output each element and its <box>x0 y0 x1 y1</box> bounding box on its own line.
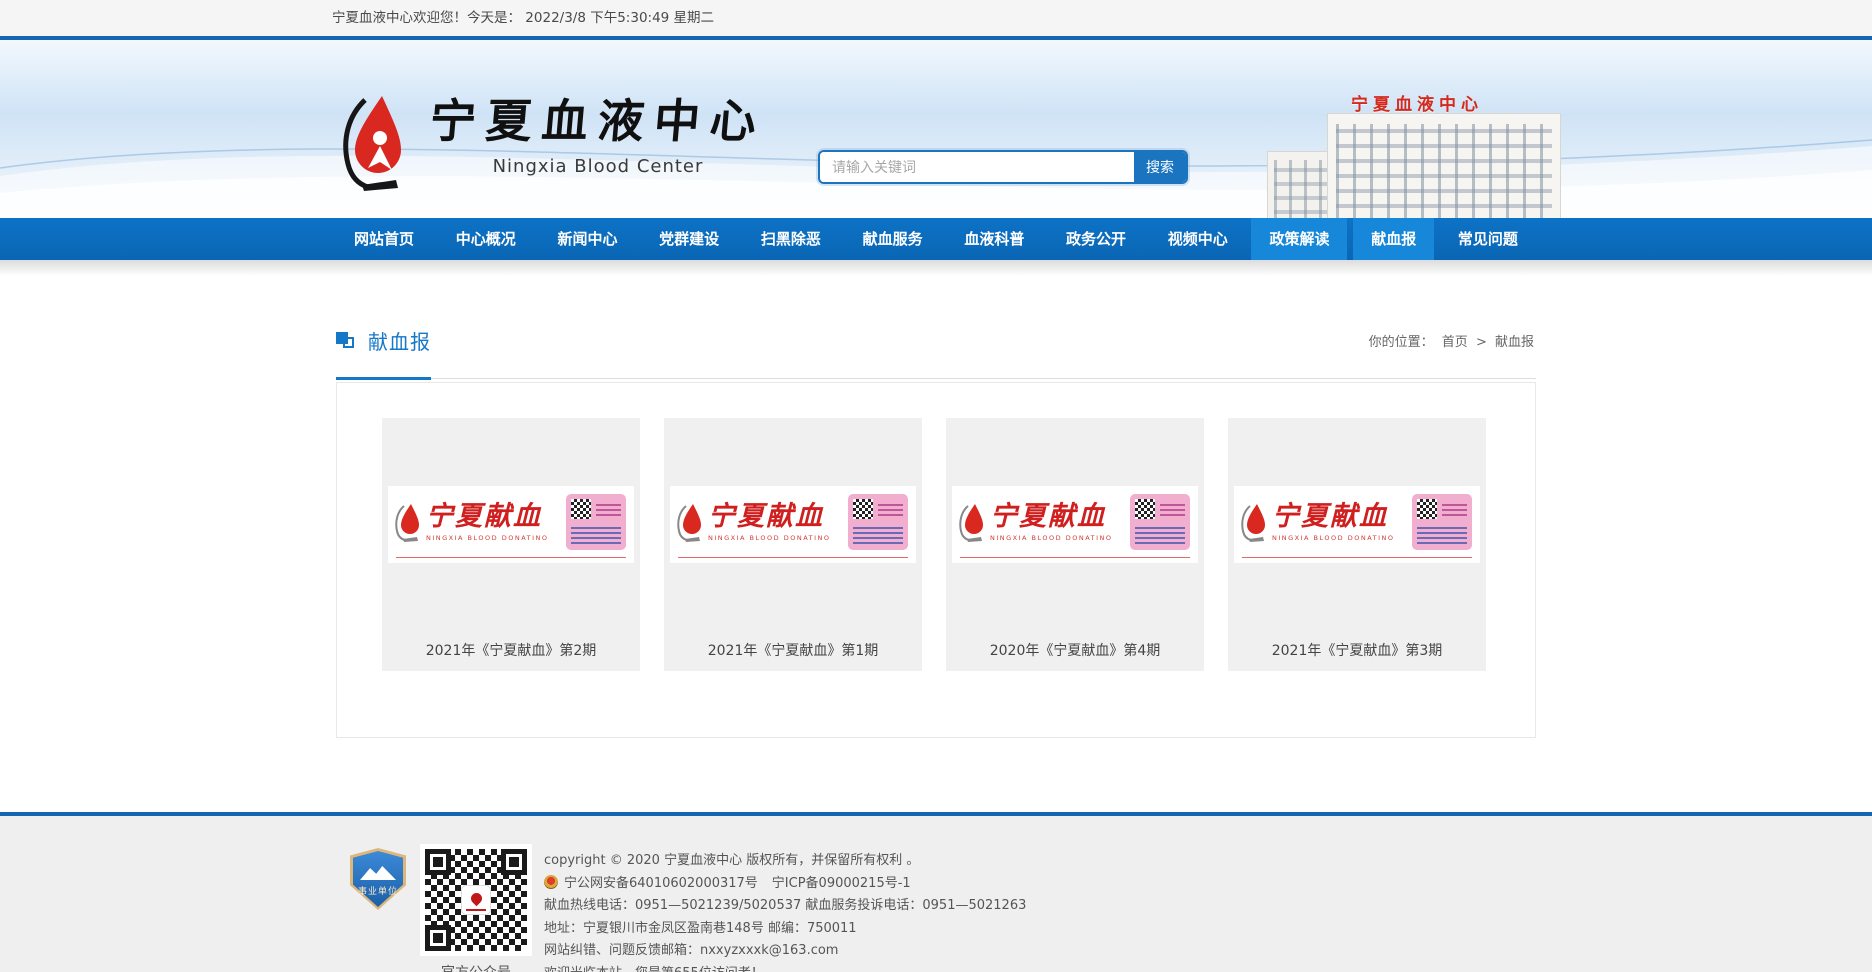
nav-item-anti-crime[interactable]: 扫黑除恶 <box>743 218 839 260</box>
nav-item-donation-report[interactable]: 献血报 <box>1353 218 1434 260</box>
masthead-subtitle: NINGXIA BLOOD DONATINO <box>990 534 1113 542</box>
nav-item-home[interactable]: 网站首页 <box>336 218 432 260</box>
site-footer: 事业单位 官方公众号 copyright © 2020 宁夏血液中心 版权所有，… <box>0 816 1872 972</box>
nav-item-party-building[interactable]: 党群建设 <box>641 218 737 260</box>
datetime-text: 2022/3/8 下午5:30:49 星期二 <box>525 10 714 26</box>
logo-drop-icon <box>338 92 416 192</box>
masthead-title: 宁夏献血 <box>1272 502 1395 532</box>
visitor-line: 欢迎光临本站，您是第655位访问者！ <box>544 963 1026 972</box>
masthead-title: 宁夏献血 <box>708 502 831 532</box>
search-bar: 搜索 <box>818 150 1188 184</box>
masthead-logo-icon <box>958 502 988 542</box>
breadcrumb-current: 献血报 <box>1495 335 1534 350</box>
qr-center-logo-icon <box>461 885 491 915</box>
qr-caption: 官方公众号 <box>420 962 532 972</box>
newspaper-masthead: 宁夏献血 NINGXIA BLOOD DONATINO <box>670 486 916 563</box>
masthead-info-box <box>848 494 908 550</box>
logo-title: 宁夏血液中心 <box>427 92 768 150</box>
masthead-logo-icon <box>1240 502 1270 542</box>
report-card[interactable]: 宁夏献血 NINGXIA BLOOD DONATINO 2021年《宁夏献血》第… <box>664 418 922 671</box>
nav-fade-strip <box>0 260 1872 276</box>
report-card-caption: 2021年《宁夏献血》第1期 <box>664 640 922 660</box>
main-nav: 网站首页 中心概况 新闻中心 党群建设 扫黑除恶 献血服务 血液科普 政务公开 … <box>0 218 1872 260</box>
masthead-subtitle: NINGXIA BLOOD DONATINO <box>1272 534 1395 542</box>
report-card[interactable]: 宁夏献血 NINGXIA BLOOD DONATINO 2021年《宁夏献血》第… <box>382 418 640 671</box>
masthead-subtitle: NINGXIA BLOOD DONATINO <box>426 534 549 542</box>
institution-badge-icon[interactable]: 事业单位 <box>350 848 406 910</box>
masthead-title: 宁夏献血 <box>426 502 549 532</box>
masthead-qr-icon <box>1135 499 1155 519</box>
masthead-qr-icon <box>853 499 873 519</box>
feedback-line: 网站纠错、问题反馈邮箱：nxxyzxxxk@163.com <box>544 940 1026 963</box>
newspaper-masthead: 宁夏献血 NINGXIA BLOOD DONATINO <box>388 486 634 563</box>
report-card-caption: 2021年《宁夏献血》第3期 <box>1228 640 1486 660</box>
masthead-logo-icon <box>394 502 424 542</box>
main-content: 献血报 你的位置： 首页 > 献血报 宁夏献血 <box>0 325 1872 812</box>
report-card-caption: 2020年《宁夏献血》第4期 <box>946 640 1204 660</box>
nav-item-faq[interactable]: 常见问题 <box>1440 218 1536 260</box>
masthead-info-box <box>1130 494 1190 550</box>
section-title-icon <box>336 330 356 350</box>
page-title: 献血报 <box>368 326 431 355</box>
breadcrumb-home-link[interactable]: 首页 <box>1442 335 1468 350</box>
building-rooftop-sign: 宁夏血液中心 <box>1351 90 1483 115</box>
masthead-qr-icon <box>571 499 591 519</box>
breadcrumb-prefix: 你的位置： <box>1369 335 1434 350</box>
masthead-info-box <box>566 494 626 550</box>
topbar: 宁夏血液中心欢迎您！今天是： 2022/3/8 下午5:30:49 星期二 <box>0 0 1872 36</box>
nav-item-news-center[interactable]: 新闻中心 <box>539 218 635 260</box>
search-button[interactable]: 搜索 <box>1134 152 1186 182</box>
official-account-qr-code <box>420 844 532 956</box>
nav-item-center-overview[interactable]: 中心概况 <box>438 218 534 260</box>
institution-badge-label: 事业单位 <box>350 884 406 897</box>
security-record-link[interactable]: 宁公网安备64010602000317号 <box>564 876 758 891</box>
masthead-title: 宁夏献血 <box>990 502 1113 532</box>
search-input[interactable] <box>820 152 1134 182</box>
building-photo: 宁夏血液中心 <box>1268 88 1566 218</box>
building-main <box>1328 114 1560 218</box>
report-card[interactable]: 宁夏献血 NINGXIA BLOOD DONATINO 2021年《宁夏献血》第… <box>1228 418 1486 671</box>
logo-subtitle: Ningxia Blood Center <box>430 156 766 177</box>
newspaper-masthead: 宁夏献血 NINGXIA BLOOD DONATINO <box>952 486 1198 563</box>
site-header: 宁夏血液中心 Ningxia Blood Center 搜索 宁夏血液中心 <box>0 36 1872 218</box>
section-divider <box>336 377 1536 380</box>
police-badge-icon <box>544 875 558 889</box>
masthead-info-box <box>1412 494 1472 550</box>
address-line: 地址：宁夏银川市金凤区盈南巷148号 邮编：750011 <box>544 918 1026 941</box>
report-list: 宁夏献血 NINGXIA BLOOD DONATINO 2021年《宁夏献血》第… <box>336 382 1536 738</box>
icp-record-link[interactable]: 宁ICP备09000215号-1 <box>772 876 911 891</box>
nav-item-blood-science[interactable]: 血液科普 <box>946 218 1042 260</box>
newspaper-masthead: 宁夏献血 NINGXIA BLOOD DONATINO <box>1234 486 1480 563</box>
hotline-line: 献血热线电话：0951—5021239/5020537 献血服务投诉电话：095… <box>544 895 1026 918</box>
welcome-text: 宁夏血液中心欢迎您！今天是： <box>332 10 521 26</box>
masthead-logo-icon <box>676 502 706 542</box>
report-card[interactable]: 宁夏献血 NINGXIA BLOOD DONATINO 2020年《宁夏献血》第… <box>946 418 1204 671</box>
masthead-subtitle: NINGXIA BLOOD DONATINO <box>708 534 831 542</box>
nav-item-video-center[interactable]: 视频中心 <box>1150 218 1246 260</box>
nav-item-gov-affairs[interactable]: 政务公开 <box>1048 218 1144 260</box>
breadcrumb: 你的位置： 首页 > 献血报 <box>1367 331 1536 350</box>
copyright-line: copyright © 2020 宁夏血液中心 版权所有，并保留所有权利 。 <box>544 850 1026 873</box>
site-logo[interactable]: 宁夏血液中心 Ningxia Blood Center <box>338 92 766 192</box>
breadcrumb-separator: > <box>1476 335 1487 350</box>
nav-item-policy-interpretation[interactable]: 政策解读 <box>1251 218 1347 260</box>
masthead-qr-icon <box>1417 499 1437 519</box>
report-card-caption: 2021年《宁夏献血》第2期 <box>382 640 640 660</box>
nav-item-donation-service[interactable]: 献血服务 <box>845 218 941 260</box>
